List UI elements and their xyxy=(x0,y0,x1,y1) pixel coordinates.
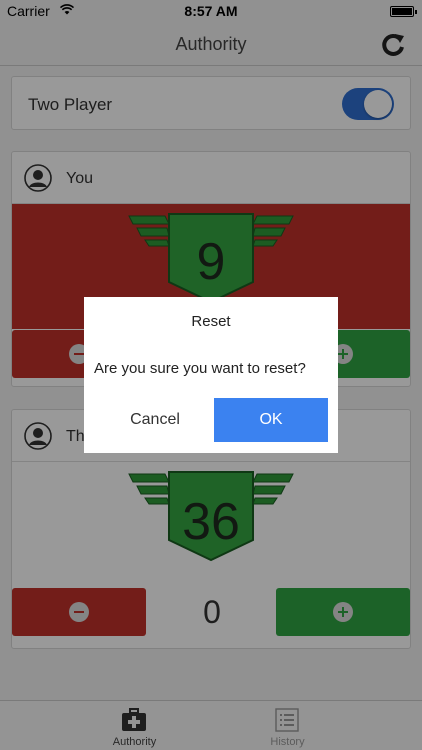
dialog-title: Reset xyxy=(191,313,231,330)
dialog-message: Are you sure you want to reset? xyxy=(94,360,306,377)
cancel-button[interactable]: Cancel xyxy=(98,398,212,442)
reset-dialog: Reset Are you sure you want to reset? Ca… xyxy=(84,297,338,453)
ok-button[interactable]: OK xyxy=(214,398,328,442)
